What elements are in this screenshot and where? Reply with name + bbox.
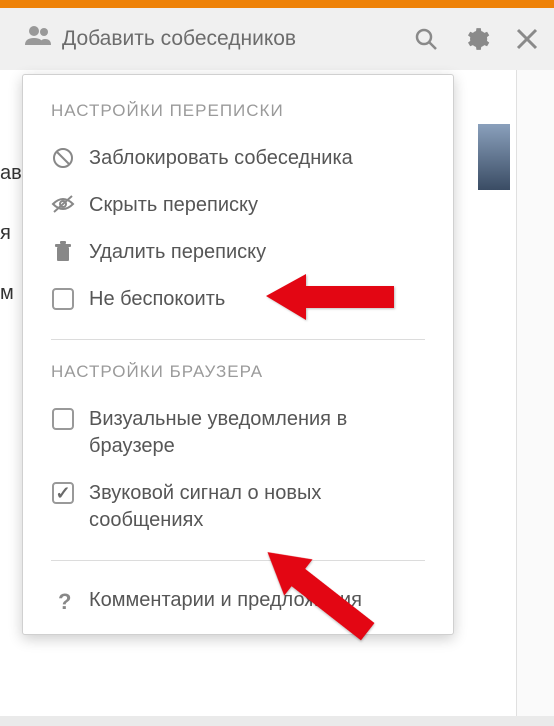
obscured-text: ав bbox=[0, 150, 22, 196]
question-icon: ? bbox=[51, 587, 75, 613]
menu-item-label: Скрыть переписку bbox=[89, 192, 425, 219]
menu-item-delete-chat[interactable]: Удалить переписку bbox=[23, 229, 453, 276]
close-icon[interactable] bbox=[516, 28, 538, 50]
menu-item-label: Не беспокоить bbox=[89, 286, 425, 313]
menu-item-feedback[interactable]: ? Комментарии и предложения bbox=[23, 577, 453, 634]
eye-off-icon bbox=[51, 192, 75, 214]
thumbnail-fragment bbox=[478, 124, 510, 190]
settings-dropdown: НАСТРОЙКИ ПЕРЕПИСКИ Заблокировать собесе… bbox=[22, 74, 454, 635]
menu-item-do-not-disturb[interactable]: Не беспокоить bbox=[23, 276, 453, 323]
obscured-text: я bbox=[0, 210, 22, 256]
menu-item-block-user[interactable]: Заблокировать собеседника bbox=[23, 135, 453, 182]
section-header-browser: НАСТРОЙКИ БРАУЗЕРА bbox=[23, 356, 453, 396]
checkbox-unchecked-icon bbox=[51, 286, 75, 310]
menu-item-label: Удалить переписку bbox=[89, 239, 425, 266]
divider bbox=[51, 560, 425, 561]
window-accent-bar bbox=[0, 0, 554, 8]
menu-item-label: Комментарии и предложения bbox=[89, 587, 425, 614]
chat-header: Добавить собеседников bbox=[0, 8, 554, 70]
checkbox-unchecked-icon bbox=[51, 406, 75, 430]
menu-item-label: Заблокировать собеседника bbox=[89, 145, 425, 172]
block-icon bbox=[51, 145, 75, 169]
menu-item-label: Звуковой сигнал о новых сообщениях bbox=[89, 480, 425, 534]
bottom-edge bbox=[0, 716, 554, 726]
gear-icon[interactable] bbox=[464, 26, 490, 52]
divider bbox=[51, 339, 425, 340]
menu-item-hide-chat[interactable]: Скрыть переписку bbox=[23, 182, 453, 229]
menu-item-sound-notifications[interactable]: Звуковой сигнал о новых сообщениях bbox=[23, 470, 453, 544]
trash-icon bbox=[51, 239, 75, 263]
obscured-text: м bbox=[0, 270, 22, 316]
svg-text:?: ? bbox=[58, 589, 71, 613]
add-participants-button[interactable]: Добавить собеседников bbox=[24, 25, 414, 53]
scrollbar-track[interactable] bbox=[516, 70, 554, 726]
search-icon[interactable] bbox=[414, 27, 438, 51]
section-header-chat: НАСТРОЙКИ ПЕРЕПИСКИ bbox=[23, 95, 453, 135]
menu-item-visual-notifications[interactable]: Визуальные уведомления в браузере bbox=[23, 396, 453, 470]
add-participants-label: Добавить собеседников bbox=[62, 27, 296, 51]
menu-item-label: Визуальные уведомления в браузере bbox=[89, 406, 425, 460]
checkbox-checked-icon bbox=[51, 480, 75, 504]
people-icon bbox=[24, 25, 52, 53]
